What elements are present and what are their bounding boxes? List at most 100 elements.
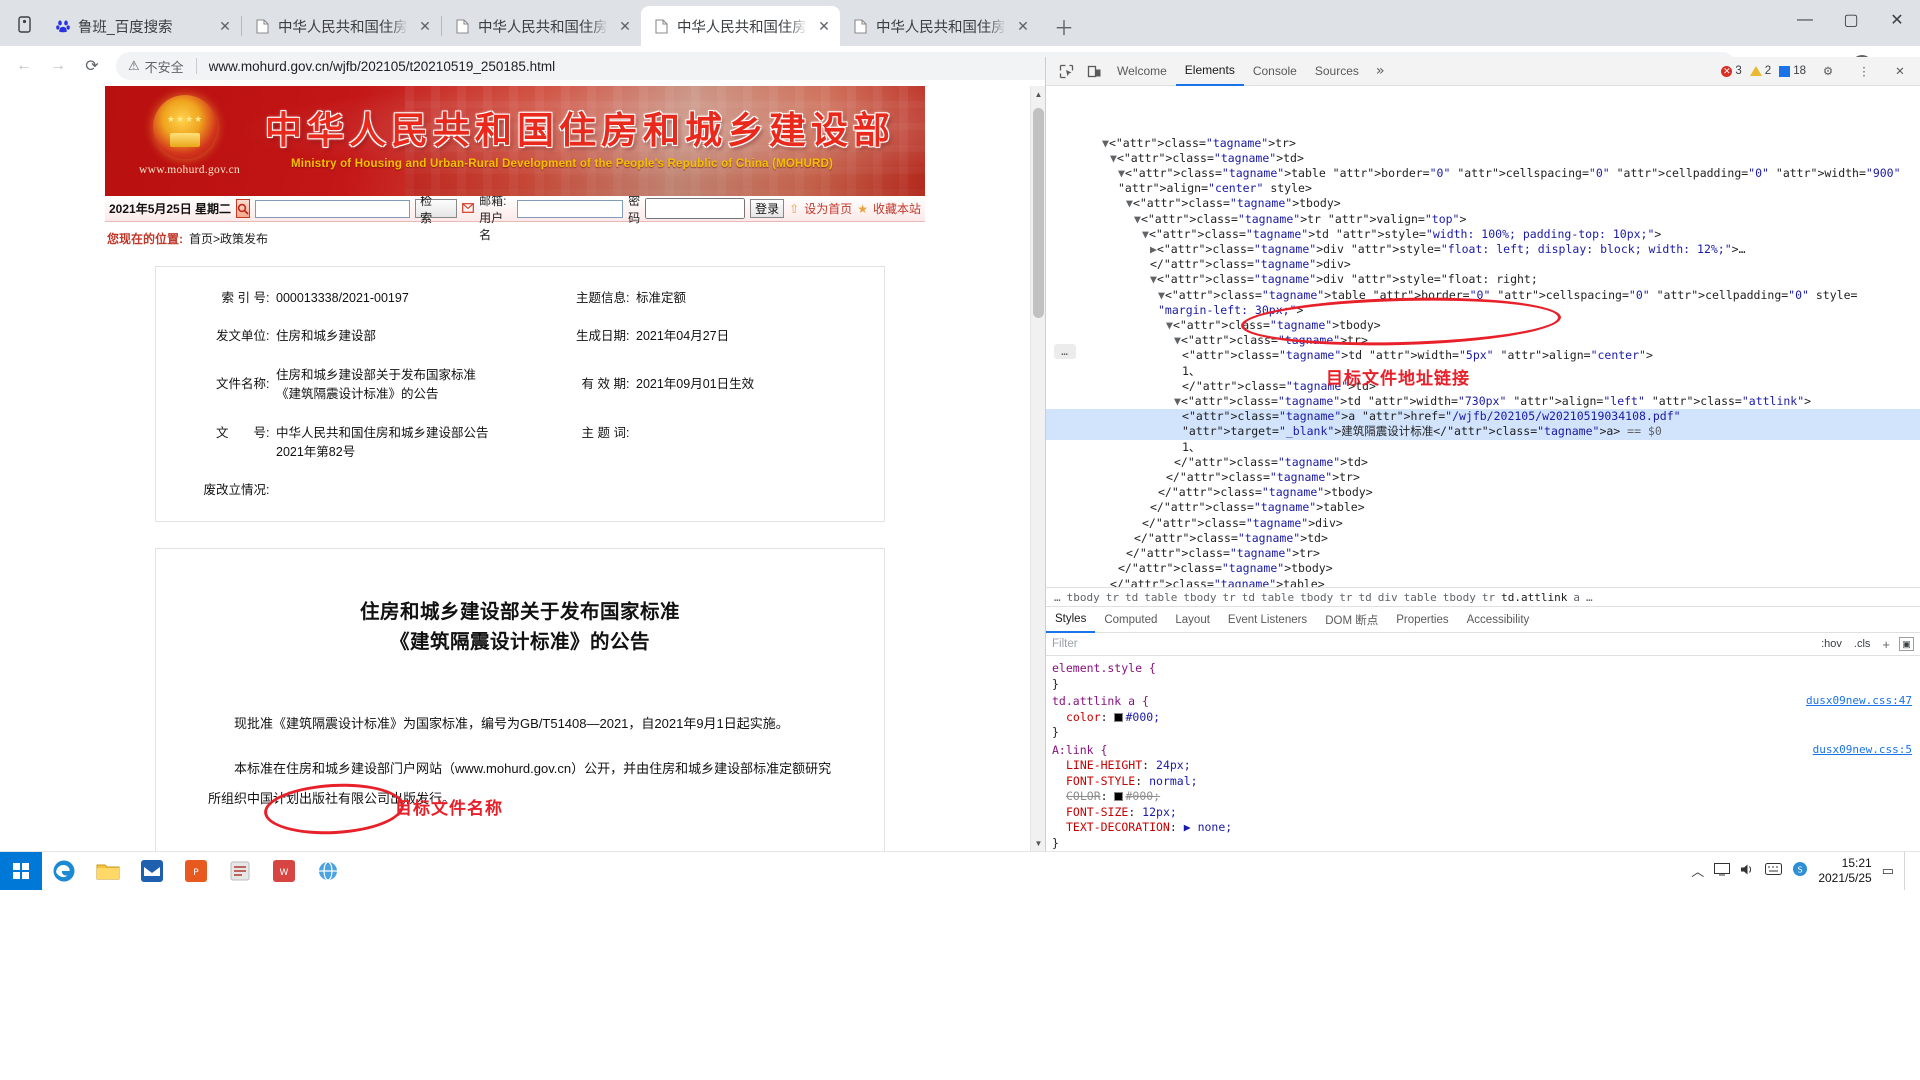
- taskbar-reader-icon[interactable]: [218, 852, 262, 890]
- dom-breadcrumb-item[interactable]: td: [1359, 591, 1372, 604]
- maximize-button[interactable]: ▢: [1828, 0, 1874, 40]
- dom-node-line[interactable]: </"attr">class="tagname">table>: [1046, 500, 1920, 515]
- taskbar-foxmail-icon[interactable]: [130, 852, 174, 890]
- dom-node-line[interactable]: ▼<"attr">class="tagname">tbody>: [1046, 318, 1920, 333]
- dom-node-line[interactable]: </"attr">class="tagname">tbody>: [1046, 485, 1920, 500]
- dom-node-line[interactable]: 1、: [1046, 440, 1920, 455]
- taskbar-pdf-icon[interactable]: P: [174, 852, 218, 890]
- dom-node-line[interactable]: ▼<"attr">class="tagname">td "attr">style…: [1046, 227, 1920, 242]
- error-count-badge[interactable]: ✕ 3: [1721, 65, 1741, 77]
- devtools-kebab-icon[interactable]: ⋮: [1850, 59, 1878, 83]
- password-input[interactable]: [645, 198, 745, 219]
- taskbar-edge-icon[interactable]: [42, 852, 86, 890]
- dom-breadcrumb-item[interactable]: tr: [1339, 591, 1352, 604]
- taskbar-folder-icon[interactable]: [86, 852, 130, 890]
- new-style-rule-button[interactable]: +: [1879, 637, 1893, 652]
- dom-breadcrumb-item[interactable]: tr: [1106, 591, 1119, 604]
- dom-node-line[interactable]: ▼<"attr">class="tagname">table "attr">bo…: [1046, 288, 1920, 303]
- dom-node-line[interactable]: ▼<"attr">class="tagname">table "attr">bo…: [1046, 166, 1920, 181]
- styles-tab-computed[interactable]: Computed: [1095, 608, 1166, 633]
- start-button[interactable]: [0, 852, 42, 890]
- dom-node-line[interactable]: ▼<"attr">class="tagname">tr>: [1046, 136, 1920, 151]
- inspect-element-icon[interactable]: [1052, 59, 1080, 83]
- device-toolbar-icon[interactable]: [1080, 59, 1108, 83]
- dom-node-line[interactable]: </"attr">class="tagname">td>: [1046, 379, 1920, 394]
- css-source-link[interactable]: dusx09new.css:5: [1813, 742, 1912, 758]
- dom-breadcrumb-item[interactable]: tr: [1482, 591, 1495, 604]
- tab-close-icon[interactable]: ✕: [1013, 18, 1033, 35]
- dom-node-line[interactable]: </"attr">class="tagname">table>: [1046, 577, 1920, 588]
- styles-tab-styles[interactable]: Styles: [1046, 608, 1095, 633]
- keyboard-icon[interactable]: [1765, 863, 1782, 878]
- dom-node-line[interactable]: ▶<"attr">class="tagname">div "attr">styl…: [1046, 242, 1920, 257]
- styles-tab-properties[interactable]: Properties: [1387, 608, 1457, 633]
- css-source-link[interactable]: dusx09new.css:47: [1806, 693, 1912, 709]
- dom-breadcrumb-item[interactable]: td: [1242, 591, 1255, 604]
- dom-tree[interactable]: … ▼<"attr">class="tagname">tr>▼<"attr">c…: [1046, 86, 1920, 587]
- search-input[interactable]: [255, 200, 410, 218]
- devtools-settings-icon[interactable]: ⚙: [1814, 59, 1842, 83]
- dom-breadcrumb-item[interactable]: tbody: [1067, 591, 1100, 604]
- styles-pane[interactable]: element.style {}td.attlink a {dusx09new.…: [1046, 656, 1920, 851]
- dom-collapsed-dots[interactable]: …: [1054, 344, 1076, 359]
- css-declaration[interactable]: TEXT-DECORATION: ▶ none;: [1052, 820, 1920, 836]
- dom-breadcrumb-item[interactable]: td.attlink: [1501, 591, 1567, 604]
- css-declaration[interactable]: COLOR: #000;: [1052, 789, 1920, 805]
- warning-count-badge[interactable]: 2: [1750, 65, 1771, 77]
- antivirus-icon[interactable]: S: [1792, 861, 1808, 880]
- dom-breadcrumb-item[interactable]: div: [1378, 591, 1398, 604]
- dom-breadcrumb-item[interactable]: table: [1261, 591, 1294, 604]
- dom-breadcrumb-item[interactable]: …: [1054, 591, 1061, 604]
- dom-breadcrumb-item[interactable]: …: [1586, 591, 1593, 604]
- devtools-tab-welcome[interactable]: Welcome: [1108, 57, 1176, 86]
- dom-breadcrumb-item[interactable]: table: [1404, 591, 1437, 604]
- dom-breadcrumb[interactable]: …tbodytrtdtabletbodytrtdtabletbodytrtddi…: [1046, 587, 1920, 607]
- css-selector[interactable]: A:link {: [1052, 743, 1920, 759]
- login-button[interactable]: 登录: [750, 199, 784, 218]
- show-desktop-button[interactable]: [1904, 852, 1912, 890]
- dom-node-line[interactable]: <"attr">class="tagname">td "attr">width=…: [1046, 348, 1920, 363]
- css-rule[interactable]: td.attlink a {dusx09new.css:47color: #00…: [1052, 693, 1920, 742]
- devtools-tab-sources[interactable]: Sources: [1306, 57, 1368, 86]
- dom-node-line[interactable]: </"attr">class="tagname">tbody>: [1046, 561, 1920, 576]
- devtools-tab-elements[interactable]: Elements: [1176, 57, 1244, 86]
- css-declaration[interactable]: LINE-HEIGHT: 24px;: [1052, 758, 1920, 774]
- dom-node-line[interactable]: ▼<"attr">class="tagname">tr>: [1046, 333, 1920, 348]
- tab-close-icon[interactable]: ✕: [215, 18, 235, 35]
- taskbar-wps-icon[interactable]: W: [262, 852, 306, 890]
- dom-node-line[interactable]: ▼<"attr">class="tagname">tr "attr">valig…: [1046, 212, 1920, 227]
- minimize-button[interactable]: —: [1782, 0, 1828, 40]
- styles-tab-layout[interactable]: Layout: [1166, 608, 1219, 633]
- breadcrumb-path[interactable]: 首页>政策发布: [189, 230, 268, 247]
- dom-breadcrumb-item[interactable]: tbody: [1300, 591, 1333, 604]
- dom-node-line[interactable]: ▼<"attr">class="tagname">td>: [1046, 151, 1920, 166]
- search-icon[interactable]: [236, 199, 250, 218]
- styles-filter-input[interactable]: Filter: [1052, 638, 1812, 650]
- styles-tab-accessibility[interactable]: Accessibility: [1458, 608, 1539, 633]
- bookmark-site-link[interactable]: 收藏本站: [873, 200, 921, 217]
- speaker-icon[interactable]: [1740, 863, 1755, 879]
- dom-node-line[interactable]: </"attr">class="tagname">div>: [1046, 257, 1920, 272]
- dom-node-line[interactable]: "attr">align="center" style>: [1046, 181, 1920, 196]
- css-selector[interactable]: td.attlink a {: [1052, 694, 1920, 710]
- forward-icon[interactable]: →: [42, 50, 74, 82]
- dom-node-line[interactable]: "attr">target="_blank">建筑隔震设计标准</"attr">…: [1046, 424, 1920, 439]
- page-scrollbar-thumb[interactable]: [1033, 108, 1044, 318]
- dom-node-line[interactable]: ▼<"attr">class="tagname">tbody>: [1046, 196, 1920, 211]
- dom-node-line[interactable]: </"attr">class="tagname">tr>: [1046, 470, 1920, 485]
- devtools-tab-console[interactable]: Console: [1244, 57, 1306, 86]
- browser-tab-2[interactable]: 中华人民共和国住房和城乡建设… ✕: [442, 6, 641, 46]
- dom-node-line[interactable]: <"attr">class="tagname">a "attr">href="/…: [1046, 409, 1920, 424]
- taskbar-browser-icon[interactable]: [306, 852, 350, 890]
- username-input[interactable]: [517, 200, 623, 218]
- browser-tab-4[interactable]: 中华人民共和国住房和城乡建设… ✕: [840, 6, 1039, 46]
- css-declaration[interactable]: color: #000;: [1052, 710, 1920, 726]
- dom-node-line[interactable]: </"attr">class="tagname">tr>: [1046, 546, 1920, 561]
- css-declaration[interactable]: FONT-STYLE: normal;: [1052, 774, 1920, 790]
- devtools-more-tabs-icon[interactable]: »: [1368, 63, 1392, 79]
- force-state-button[interactable]: :hov: [1818, 638, 1845, 650]
- dom-node-line[interactable]: </"attr">class="tagname">td>: [1046, 531, 1920, 546]
- computed-sidebar-button[interactable]: ▣: [1899, 637, 1914, 651]
- new-tab-button[interactable]: ＋: [1047, 9, 1081, 43]
- element-classes-button[interactable]: .cls: [1851, 638, 1874, 650]
